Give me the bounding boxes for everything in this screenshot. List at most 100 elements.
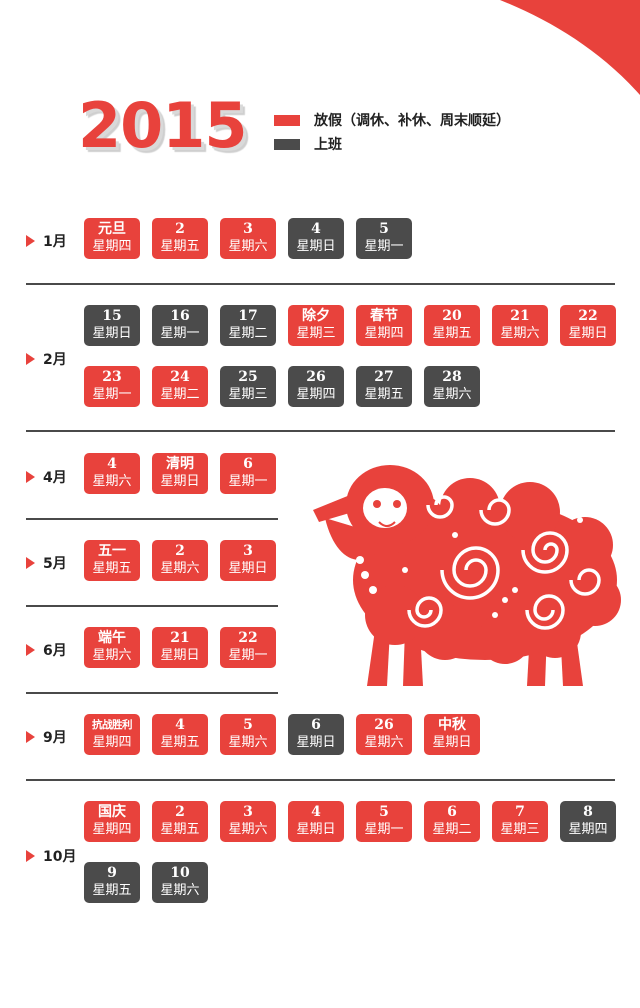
- holiday-day-cell: 端午 星期六: [84, 627, 140, 668]
- divider: [26, 283, 615, 285]
- weekday-label: 星期二: [160, 387, 200, 402]
- weekday-label: 星期一: [228, 648, 268, 663]
- workday-cell: 25 星期三: [220, 366, 276, 407]
- holiday-day-cell: 24 星期二: [152, 366, 208, 407]
- weekday-label: 星期六: [500, 326, 540, 341]
- holiday-day-cell: 5 星期六: [220, 714, 276, 755]
- day-label: 10: [170, 865, 190, 881]
- day-label: 3: [243, 221, 253, 237]
- day-label: 5: [379, 804, 389, 820]
- weekday-label: 星期五: [92, 883, 132, 898]
- holiday-day-cell: 4 星期日: [288, 801, 344, 842]
- day-label: 3: [243, 543, 253, 559]
- day-label: 春节: [370, 308, 398, 324]
- day-label: 五一: [98, 543, 126, 559]
- day-label: 6: [447, 804, 457, 820]
- weekday-label: 星期四: [92, 822, 132, 837]
- weekday-label: 星期日: [160, 474, 200, 489]
- day-label: 20: [442, 308, 462, 324]
- day-label: 抗战胜利: [92, 719, 133, 731]
- day-label: 2: [175, 804, 185, 820]
- day-label: 9: [107, 865, 117, 881]
- workday-cell: 27 星期五: [356, 366, 412, 407]
- month-label: 9月: [26, 727, 67, 747]
- weekday-label: 星期三: [500, 822, 540, 837]
- triangle-marker-icon: [26, 731, 35, 743]
- holiday-day-cell: 五一 星期五: [84, 540, 140, 581]
- day-label: 21: [170, 630, 190, 646]
- weekday-label: 星期四: [364, 326, 404, 341]
- weekday-label: 星期六: [92, 648, 132, 663]
- weekday-label: 星期一: [364, 822, 404, 837]
- workday-cell: 9 星期五: [84, 862, 140, 903]
- day-label: 2: [175, 543, 185, 559]
- weekday-label: 星期三: [296, 326, 336, 341]
- month-label: 4月: [26, 467, 67, 487]
- weekday-label: 星期一: [160, 326, 200, 341]
- divider: [26, 692, 278, 694]
- legend-work: 上班: [274, 132, 510, 156]
- day-label: 元旦: [98, 221, 126, 237]
- holiday-day-cell: 6 星期一: [220, 453, 276, 494]
- day-label: 23: [102, 369, 122, 385]
- holiday-day-cell: 5 星期一: [356, 801, 412, 842]
- triangle-marker-icon: [26, 557, 35, 569]
- weekday-label: 星期五: [92, 561, 132, 576]
- triangle-marker-icon: [26, 471, 35, 483]
- workday-cell: 28 星期六: [424, 366, 480, 407]
- day-label: 22: [238, 630, 258, 646]
- weekday-label: 星期日: [296, 822, 336, 837]
- workday-cell: 17 星期二: [220, 305, 276, 346]
- holiday-day-cell: 22 星期一: [220, 627, 276, 668]
- weekday-label: 星期五: [160, 239, 200, 254]
- weekday-label: 星期六: [228, 822, 268, 837]
- day-label: 28: [442, 369, 462, 385]
- weekday-label: 星期一: [92, 387, 132, 402]
- triangle-marker-icon: [26, 353, 35, 365]
- legend-holiday-label: 放假（调休、补休、周末顺延）: [314, 113, 510, 129]
- holiday-swatch: [274, 114, 300, 126]
- workday-cell: 8 星期四: [560, 801, 616, 842]
- weekday-label: 星期日: [160, 648, 200, 663]
- day-label: 5: [243, 717, 253, 733]
- holiday-day-cell: 3 星期日: [220, 540, 276, 581]
- legend-holiday: 放假（调休、补休、周末顺延）: [274, 108, 510, 132]
- holiday-day-cell: 春节 星期四: [356, 305, 412, 346]
- day-label: 5: [379, 221, 389, 237]
- holiday-day-cell: 4 星期六: [84, 453, 140, 494]
- day-label: 除夕: [302, 308, 330, 324]
- holiday-day-cell: 国庆 星期四: [84, 801, 140, 842]
- day-label: 2: [175, 221, 185, 237]
- holiday-day-cell: 2 星期五: [152, 218, 208, 259]
- weekday-label: 星期日: [296, 239, 336, 254]
- workday-cell: 15 星期日: [84, 305, 140, 346]
- weekday-label: 星期五: [160, 735, 200, 750]
- divider: [26, 779, 615, 781]
- weekday-label: 星期日: [296, 735, 336, 750]
- day-label: 4: [175, 717, 185, 733]
- weekday-label: 星期五: [160, 822, 200, 837]
- holiday-day-cell: 中秋 星期日: [424, 714, 480, 755]
- day-label: 6: [311, 717, 321, 733]
- day-label: 25: [238, 369, 258, 385]
- weekday-label: 星期六: [160, 883, 200, 898]
- day-label: 4: [311, 804, 321, 820]
- weekday-label: 星期五: [432, 326, 472, 341]
- holiday-day-cell: 2 星期五: [152, 801, 208, 842]
- day-label: 22: [578, 308, 598, 324]
- holiday-day-cell: 抗战胜利 星期四: [84, 714, 140, 755]
- holiday-day-cell: 清明 星期日: [152, 453, 208, 494]
- holiday-day-cell: 6 星期二: [424, 801, 480, 842]
- day-label: 26: [374, 717, 394, 733]
- weekday-label: 星期六: [432, 387, 472, 402]
- workday-cell: 4 星期日: [288, 218, 344, 259]
- weekday-label: 星期六: [228, 735, 268, 750]
- weekday-label: 星期日: [432, 735, 472, 750]
- holiday-day-cell: 21 星期日: [152, 627, 208, 668]
- month-label: 6月: [26, 640, 67, 660]
- weekday-label: 星期六: [364, 735, 404, 750]
- legend: 放假（调休、补休、周末顺延） 上班: [274, 108, 510, 156]
- day-label: 4: [107, 456, 117, 472]
- legend-work-label: 上班: [314, 137, 342, 153]
- triangle-marker-icon: [26, 850, 35, 862]
